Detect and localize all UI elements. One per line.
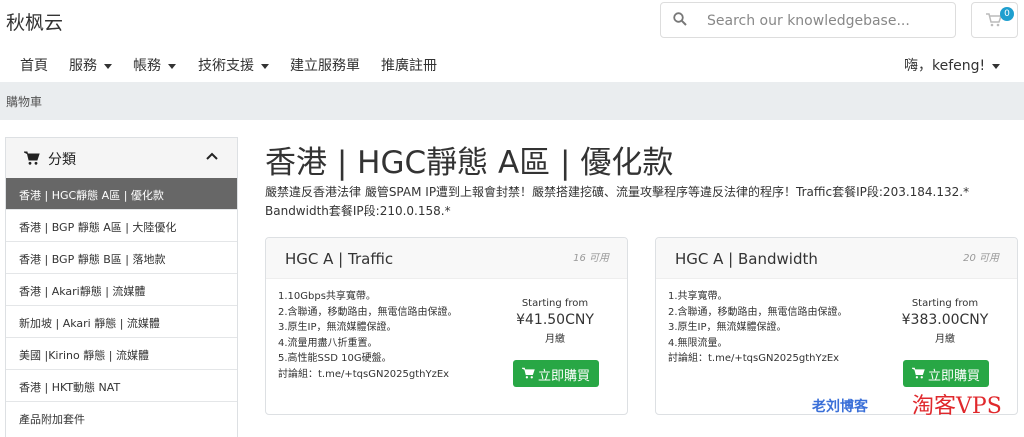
knowledgebase-search[interactable]	[660, 2, 956, 38]
nav-affiliates-label: 推廣註冊	[381, 58, 437, 74]
chevron-up-icon[interactable]	[206, 152, 218, 160]
product-pricing: Starting from ¥41.50CNY 月繳	[505, 298, 605, 345]
caret-down-icon	[261, 63, 269, 69]
cart-icon	[912, 367, 925, 379]
brand-logo[interactable]: 秋枫云	[6, 8, 63, 35]
cart-count-badge: 0	[1000, 7, 1014, 21]
search-icon	[673, 12, 687, 26]
caret-down-icon	[104, 63, 112, 69]
nav-affiliates[interactable]: 推廣註冊	[381, 55, 437, 75]
product-description: 1.10Gbps共享寬帶。 2.含聯通，移動路由，無電信路由保證。 3.原生IP…	[278, 289, 488, 382]
product-price: ¥41.50CNY	[516, 312, 594, 328]
caret-down-icon	[168, 63, 176, 69]
product-pricing: Starting from ¥383.00CNY 月繳	[895, 298, 995, 345]
nav-services-label: 服務	[69, 58, 97, 74]
sidebar-item-label: 產品附加套件	[19, 413, 85, 426]
category-title: 分類	[48, 152, 76, 168]
page-title: 香港 | HGC靜態 A區 | 優化款	[265, 145, 674, 181]
sidebar-item-label: 香港 | BGP 靜態 A區 | 大陸優化	[19, 221, 177, 234]
sidebar-item-label: 新加坡 | Akari 靜態 | 流媒體	[19, 317, 160, 330]
starting-from-label: Starting from	[521, 298, 589, 309]
sidebar-item-akari-hk[interactable]: 香港 | Akari靜態 | 流媒體	[6, 274, 237, 306]
product-name: HGC A | Bandwidth	[675, 250, 818, 268]
product-header: HGC A | Bandwidth 20 可用	[656, 238, 1017, 279]
sidebar-item-label: 香港 | HKT動態 NAT	[19, 381, 121, 394]
nav-open-ticket[interactable]: 建立服務單	[290, 55, 360, 75]
order-now-button[interactable]: 立即購買	[903, 360, 989, 387]
feature-line: 3.原生IP，無流媒體保證。	[278, 322, 397, 333]
caret-down-icon	[992, 63, 1001, 69]
sidebar-item-hkt-nat[interactable]: 香港 | HKT動態 NAT	[6, 370, 237, 402]
nav-home-label: 首頁	[20, 58, 48, 74]
category-sidebar: 分類 香港 | HGC靜態 A區 | 優化款 香港 | BGP 靜態 A區 | …	[5, 137, 238, 437]
feature-line: 5.高性能SSD 10G硬盤。	[278, 353, 392, 364]
sidebar-item-bgp-a[interactable]: 香港 | BGP 靜態 A區 | 大陸優化	[6, 210, 237, 242]
feature-line: 3.原生IP，無流媒體保證。	[668, 322, 787, 333]
watermark-logo: 淘客VPS	[912, 394, 1002, 419]
nav-billing-label: 帳務	[133, 58, 161, 74]
order-now-label: 立即購買	[928, 369, 981, 384]
nav-support-label: 技術支援	[198, 58, 254, 74]
nav-home[interactable]: 首頁	[20, 55, 48, 75]
sidebar-item-addons[interactable]: 產品附加套件	[6, 402, 237, 434]
sidebar-item-label: 香港 | HGC靜態 A區 | 優化款	[19, 189, 164, 202]
sidebar-item-bgp-b[interactable]: 香港 | BGP 靜態 B區 | 落地款	[6, 242, 237, 274]
top-header: 秋枫云 0	[0, 0, 1024, 44]
feature-line: 討論組：t.me/+tqsGN2025gthYzEx	[278, 368, 450, 380]
nav-services[interactable]: 服務	[69, 55, 112, 75]
product-stock: 20 可用	[963, 253, 999, 264]
feature-line: 4.無限流量。	[668, 337, 728, 349]
product-header: HGC A | Traffic 16 可用	[266, 238, 627, 279]
order-now-button[interactable]: 立即購買	[513, 360, 599, 387]
breadcrumb: 購物車	[0, 82, 1024, 120]
sidebar-item-label: 美國 |Kirino 靜態 | 流媒體	[19, 349, 149, 362]
sidebar-item-kirino-us[interactable]: 美國 |Kirino 靜態 | 流媒體	[6, 338, 237, 370]
feature-line: 1.10Gbps共享寬帶。	[278, 291, 376, 302]
product-description: 1.共享寬帶。 2.含聯通，移動路由，無電信路由保證。 3.原生IP，無流媒體保…	[668, 289, 878, 367]
sidebar-item-label: 香港 | BGP 靜態 B區 | 落地款	[19, 253, 166, 266]
user-menu[interactable]: 嗨，kefeng!	[904, 55, 1001, 75]
sidebar-item-akari-sg[interactable]: 新加坡 | Akari 靜態 | 流媒體	[6, 306, 237, 338]
order-now-label: 立即購買	[538, 369, 591, 384]
watermark-text: 老刘博客	[812, 399, 868, 415]
product-name: HGC A | Traffic	[285, 250, 394, 268]
cart-icon	[522, 367, 535, 379]
nav-support[interactable]: 技術支援	[198, 55, 269, 75]
nav-billing[interactable]: 帳務	[133, 55, 176, 75]
cart-button[interactable]: 0	[971, 2, 1018, 38]
category-notice: 嚴禁違反香港法律 嚴管SPAM IP遭到上報會封禁！嚴禁搭建挖礦、流量攻擊程序等…	[265, 185, 970, 218]
starting-from-label: Starting from	[911, 298, 979, 309]
feature-line: 2.含聯通，移動路由，無電信路由保證。	[668, 306, 848, 318]
feature-line: 2.含聯通，移動路由，無電信路由保證。	[278, 306, 458, 318]
product-price: ¥383.00CNY	[901, 312, 989, 328]
breadcrumb-current: 購物車	[6, 95, 43, 109]
product-card-traffic: HGC A | Traffic 16 可用 1.10Gbps共享寬帶。 2.含聯…	[265, 237, 628, 415]
user-greeting: 嗨，kefeng!	[904, 58, 986, 74]
feature-line: 1.共享寬帶。	[668, 291, 728, 302]
feature-line: 4.流量用盡八折重置。	[278, 337, 378, 349]
sidebar-item-label: 香港 | Akari靜態 | 流媒體	[19, 285, 146, 298]
billing-cycle: 月繳	[935, 334, 955, 345]
category-header[interactable]: 分類	[6, 138, 237, 179]
feature-line: 討論組：t.me/+tqsGN2025gthYzEx	[668, 353, 840, 364]
nav-open-ticket-label: 建立服務單	[290, 58, 360, 74]
main-navbar: 首頁 服務 帳務 技術支援 建立服務單 推廣註冊 嗨，kefeng!	[0, 48, 1024, 82]
search-input[interactable]	[705, 9, 949, 33]
cart-icon	[24, 151, 40, 165]
sidebar-item-hgc-a[interactable]: 香港 | HGC靜態 A區 | 優化款	[6, 178, 237, 210]
product-stock: 16 可用	[573, 253, 609, 264]
billing-cycle: 月繳	[545, 334, 565, 345]
